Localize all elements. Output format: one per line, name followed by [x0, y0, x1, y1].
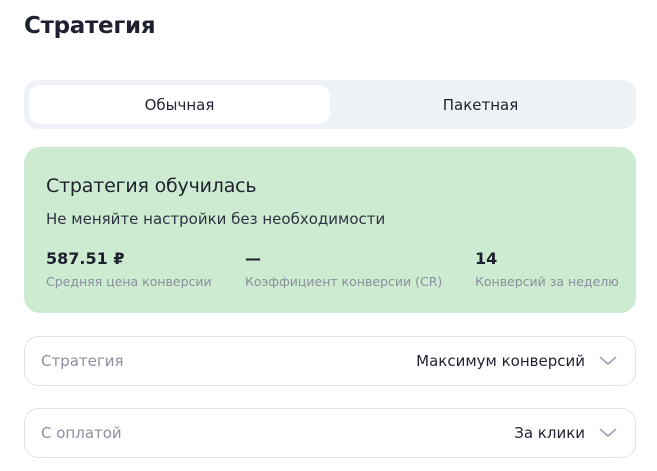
field-value: Максимум конверсий: [416, 352, 585, 370]
stat-label: Коэффициент конверсии (CR): [245, 274, 443, 289]
field-label: С оплатой: [41, 424, 122, 442]
stat-weekly-conversions: 14 Конверсий за неделю: [475, 249, 619, 289]
tab-package[interactable]: Пакетная: [330, 85, 631, 124]
strategy-select[interactable]: Стратегия Максимум конверсий: [24, 336, 636, 386]
field-label: Стратегия: [41, 352, 124, 370]
field-value: За клики: [514, 424, 585, 442]
status-heading: Стратегия обучилась: [46, 175, 257, 197]
stat-conversion-rate: — Коэффициент конверсии (CR): [245, 249, 442, 289]
stat-value: 587.51 ₽: [46, 249, 125, 268]
stat-value: —: [245, 249, 261, 268]
strategy-type-tabs: Обычная Пакетная: [24, 80, 636, 129]
strategy-status-card: Стратегия обучилась Не меняйте настройки…: [24, 147, 636, 313]
chevron-down-icon: [599, 356, 617, 366]
status-subtitle: Не меняйте настройки без необходимости: [46, 210, 386, 228]
stat-label: Средняя цена конверсии: [46, 274, 212, 289]
stat-label: Конверсий за неделю: [475, 274, 619, 289]
page-title: Стратегия: [24, 13, 156, 39]
payment-select[interactable]: С оплатой За клики: [24, 408, 636, 458]
tab-regular[interactable]: Обычная: [29, 85, 330, 124]
stat-avg-conversion-price: 587.51 ₽ Средняя цена конверсии: [46, 249, 212, 289]
stat-value: 14: [475, 249, 498, 268]
chevron-down-icon: [599, 428, 617, 438]
